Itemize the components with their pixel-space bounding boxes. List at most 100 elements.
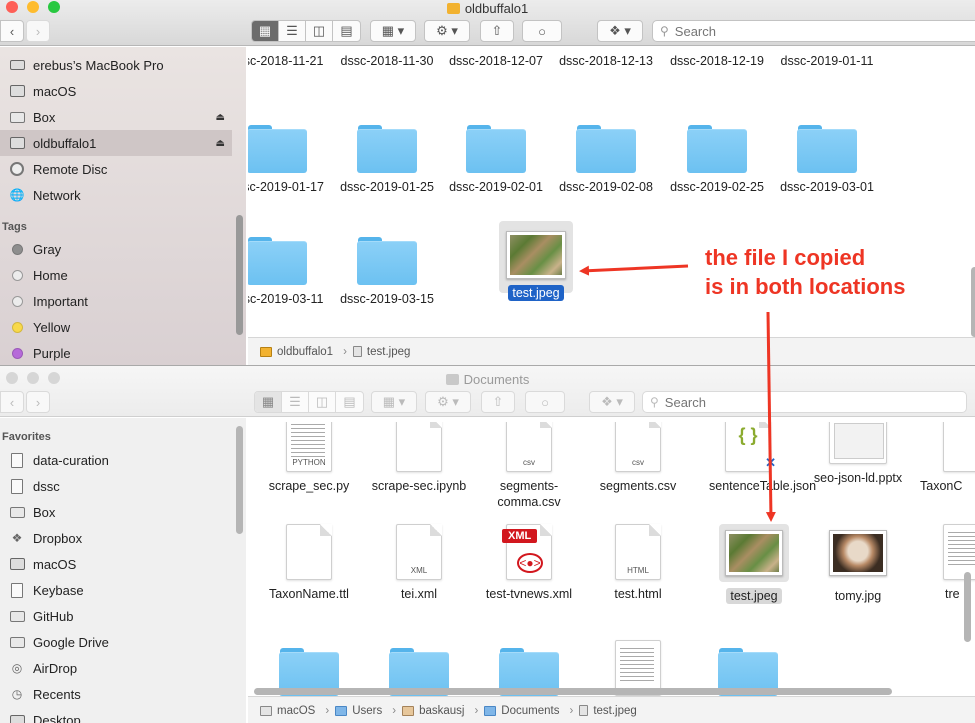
sidebar-tag-home[interactable]: Home (0, 262, 232, 288)
list-view-button[interactable]: ☰ (279, 21, 306, 41)
folder-item[interactable]: dssc-2019-03-11 (248, 237, 332, 307)
file-item-test-jpeg[interactable]: test.jpeg (699, 530, 809, 604)
file-item-tei-xml[interactable]: XML tei.xml (364, 524, 474, 602)
action-gear-button[interactable]: ⚙ ▾ (425, 391, 471, 413)
path-label: Documents (501, 704, 560, 717)
folder-item[interactable]: dssc-2018-12-13 (551, 47, 661, 69)
sidebar-item-recents[interactable]: ◷ Recents (0, 681, 232, 707)
eject-icon[interactable]: ⏏ (216, 138, 225, 149)
file-ext: PYTHON (292, 458, 326, 467)
back-button[interactable]: ‹ (0, 391, 24, 413)
sidebar-item-remote-disc[interactable]: Remote Disc (0, 156, 232, 182)
column-view-button[interactable]: ◫ (306, 21, 333, 41)
sidebar-item-box[interactable]: Box (0, 499, 232, 525)
path-item[interactable]: test.jpeg (352, 346, 410, 358)
action-gear-button[interactable]: ⚙ ▾ (424, 20, 470, 42)
path-item[interactable]: oldbuffalo1 (260, 346, 333, 358)
file-item-sentencetable-json[interactable]: { } ✕ sentenceTable.json (693, 422, 816, 494)
list-view-button[interactable]: ☰ (282, 392, 309, 412)
search-field[interactable]: ⚲ (642, 391, 967, 413)
sidebar-item-keybase[interactable]: Keybase (0, 577, 232, 603)
folder-item[interactable]: dssc-2019-01-11 (772, 47, 882, 69)
icon-view-button[interactable]: ▦ (255, 392, 282, 412)
sidebar-tag-purple[interactable]: Purple (0, 340, 232, 365)
file-item-taxonname-ttl[interactable]: TaxonName.ttl (254, 524, 364, 602)
sidebar-item-dssc[interactable]: dssc (0, 473, 232, 499)
column-view-button[interactable]: ◫ (309, 392, 336, 412)
file-item-test-jpeg[interactable]: test.jpeg (481, 231, 591, 301)
sidebar-item-macos[interactable]: macOS (0, 551, 232, 577)
path-label: baskausj (419, 704, 465, 717)
path-separator: › (474, 704, 479, 717)
search-input[interactable] (664, 394, 845, 410)
share-button[interactable]: ⇧ (481, 391, 515, 413)
eject-icon[interactable]: ⏏ (216, 112, 225, 123)
sidebar-item-dropbox[interactable]: ❖ Dropbox (0, 525, 232, 551)
sidebar-item-macos[interactable]: macOS (0, 78, 232, 104)
gallery-view-button[interactable]: ▤ (333, 21, 360, 41)
sidebar-item-airdrop[interactable]: ◎ AirDrop (0, 655, 232, 681)
folder-item[interactable]: dssc-2018-11-21 (248, 47, 332, 69)
content-scrollbar[interactable] (971, 267, 975, 337)
path-item[interactable]: test.jpeg (579, 705, 637, 717)
sidebar-tag-gray[interactable]: Gray (0, 236, 232, 262)
sidebar-item-data-curation[interactable]: data-curation (0, 447, 232, 473)
sidebar-scrollbar[interactable] (236, 215, 243, 335)
group-button[interactable]: ▦ ▾ (370, 20, 416, 42)
gallery-view-button[interactable]: ▤ (336, 392, 363, 412)
sidebar-item-macbook[interactable]: erebus’s MacBook Pro (0, 52, 232, 78)
sidebar-item-network[interactable]: 🌐 Network (0, 182, 232, 208)
dropbox-button[interactable]: ❖ ▾ (597, 20, 643, 42)
clock-icon: ◷ (11, 687, 23, 701)
sidebar-item-label: macOS (33, 83, 77, 99)
dropbox-button[interactable]: ❖ ▾ (589, 391, 635, 413)
folder-item[interactable]: dssc-2019-01-17 (248, 125, 332, 195)
forward-button[interactable]: › (26, 391, 50, 413)
folder-item[interactable]: dssc-2019-03-01 (772, 125, 882, 195)
path-item[interactable]: Documents (484, 705, 559, 717)
share-button[interactable]: ⇧ (480, 20, 514, 42)
path-item[interactable]: baskausj (402, 705, 464, 717)
folder-item[interactable]: dssc-2019-02-08 (551, 125, 661, 195)
content-vertical-scrollbar[interactable] (964, 572, 971, 642)
sidebar-tag-important[interactable]: Important (0, 288, 232, 314)
file-item-seo-json-ld-pptx[interactable]: seo-json-ld.pptx (803, 422, 913, 486)
file-item-test-html[interactable]: HTML test.html (583, 524, 693, 602)
folder-item[interactable]: dssc-2018-12-07 (441, 47, 551, 69)
folder-item[interactable]: dssc-2018-11-30 (332, 47, 442, 69)
sidebar-item-box[interactable]: Box ⏏ (0, 104, 232, 130)
folder-item[interactable]: dssc-2019-02-25 (662, 125, 772, 195)
sidebar-item-google-drive[interactable]: Google Drive (0, 629, 232, 655)
icon-view-button[interactable]: ▦ (252, 21, 279, 41)
file-item-taxonc[interactable]: TaxonC (913, 422, 975, 494)
search-field[interactable]: ⚲ (652, 20, 975, 42)
file-item-segments-comma-csv[interactable]: CSV segments-comma.csv (474, 422, 584, 510)
sidebar-tag-yellow[interactable]: Yellow (0, 314, 232, 340)
folder-item[interactable]: dssc-2018-12-19 (662, 47, 772, 69)
path-item[interactable]: Users (335, 705, 382, 717)
sidebar-item-github[interactable]: GitHub (0, 603, 232, 629)
search-input[interactable] (674, 23, 855, 39)
path-separator: › (343, 345, 347, 358)
file-item-tomy-jpg[interactable]: tomy.jpg (803, 530, 913, 604)
sidebar-scrollbar[interactable] (236, 426, 243, 534)
folder-item[interactable]: dssc-2019-02-01 (441, 125, 551, 195)
annotation-line: is in both locations (705, 274, 906, 299)
sidebar-item-desktop[interactable]: Desktop (0, 707, 232, 723)
csv-file-icon: CSV (506, 422, 552, 472)
file-item-segments-csv[interactable]: CSV segments.csv (583, 422, 693, 494)
group-button[interactable]: ▦ ▾ (371, 391, 417, 413)
tag-button[interactable]: ○ (525, 391, 565, 413)
content-horizontal-scrollbar[interactable] (254, 688, 892, 695)
forward-button[interactable]: › (26, 20, 50, 42)
tag-button[interactable]: ○ (522, 20, 562, 42)
file-item-test-tvnews-xml[interactable]: XML <●> test-tvnews.xml (474, 524, 584, 602)
file-item-scrape-sec-py[interactable]: PYTHON scrape_sec.py (254, 422, 364, 494)
search-icon: ⚲ (650, 395, 659, 409)
back-button[interactable]: ‹ (0, 20, 24, 42)
folder-item[interactable]: dssc-2019-03-15 (332, 237, 442, 307)
path-item[interactable]: macOS (260, 705, 315, 717)
sidebar-item-oldbuffalo1[interactable]: oldbuffalo1 ⏏ (0, 130, 232, 156)
file-item-scrape-sec-ipynb[interactable]: scrape-sec.ipynb (364, 422, 474, 494)
folder-item[interactable]: dssc-2019-01-25 (332, 125, 442, 195)
